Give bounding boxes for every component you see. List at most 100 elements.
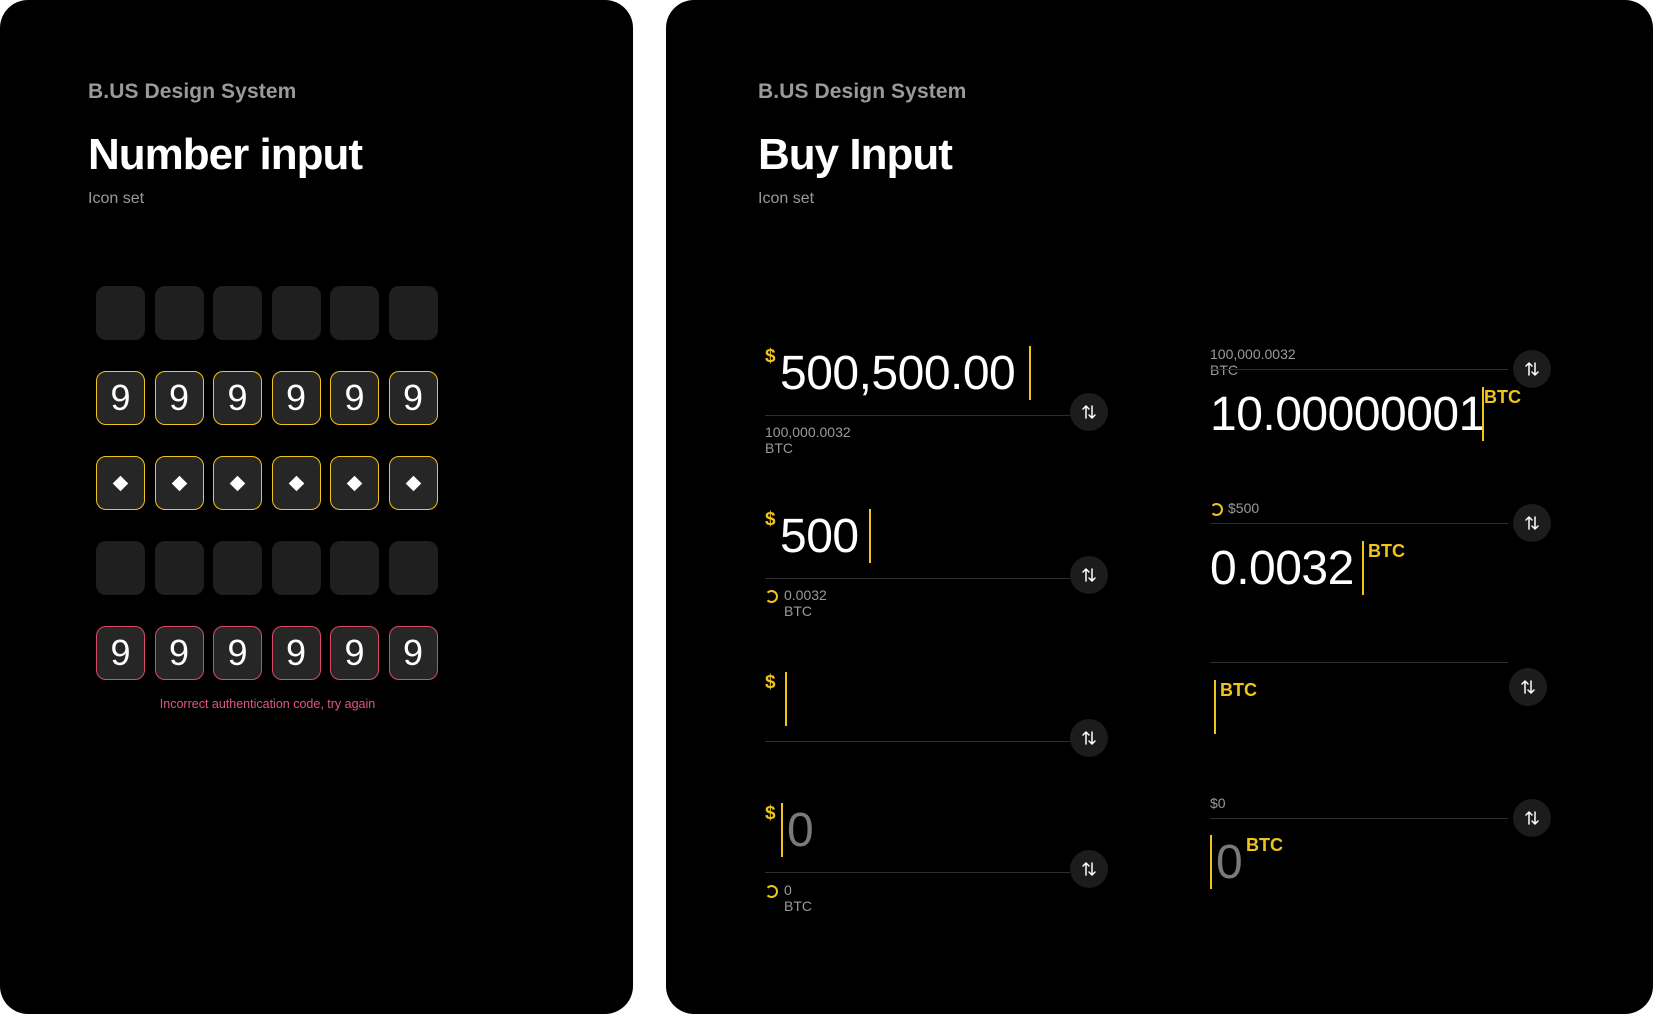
currency-unit: BTC [1484,387,1521,407]
swap-vertical-icon [1082,405,1096,419]
converted-amount: 100,000.0032 BTC [1210,346,1296,378]
swap-vertical-icon [1082,568,1096,582]
masked-digit-icon [288,475,304,491]
converted-amount: 0.0032 BTC [784,587,827,619]
text-caret [1029,346,1031,400]
pin-cell[interactable]: 9 [96,626,145,680]
pin-cell[interactable] [388,456,438,510]
pin-row-filled: 9 9 9 9 9 9 [96,371,438,425]
pin-cell[interactable] [271,456,321,510]
pin-cell[interactable] [271,286,321,340]
input-underline [1210,369,1508,370]
pin-cell[interactable] [330,456,379,510]
pin-cell[interactable] [330,541,379,595]
swap-currency-button[interactable] [1509,668,1547,706]
currency-symbol: $ [765,803,776,824]
text-caret [781,803,783,857]
masked-digit-icon [171,475,187,491]
pin-cell[interactable] [330,286,379,340]
swap-currency-button[interactable] [1070,719,1108,757]
pin-cell[interactable]: 9 [271,371,321,425]
page-subtitle: Icon set [88,190,145,207]
loading-spinner-icon [765,590,778,603]
input-underline [765,741,1070,742]
loading-spinner-icon [1210,503,1223,516]
error-message: Incorrect authentication code, try again [159,697,376,711]
pin-cell[interactable]: 9 [271,626,321,680]
converted-amount: $0 [1210,795,1226,811]
page-title: Buy Input [758,130,953,179]
converted-amount: 100,000.0032 BTC [765,424,851,456]
pin-cell[interactable]: 9 [388,371,438,425]
loading-spinner-icon [765,885,778,898]
pin-cell[interactable] [154,541,204,595]
pin-cell[interactable] [213,456,262,510]
pin-cell[interactable] [154,456,204,510]
masked-digit-icon [229,475,246,491]
brand-label: B.US Design System [758,80,967,103]
pin-row-empty-2 [96,541,438,595]
input-underline [765,578,1070,579]
currency-unit: BTC [1220,680,1257,700]
currency-symbol: $ [765,672,776,693]
swap-currency-button[interactable] [1513,350,1551,388]
input-underline [1210,523,1508,524]
pin-cell[interactable]: 9 [330,626,379,680]
amount-value[interactable]: 500 [780,509,859,564]
swap-currency-button[interactable] [1513,799,1551,837]
pin-cell[interactable] [213,541,262,595]
currency-symbol: $ [765,509,776,530]
input-underline [765,415,1070,416]
currency-unit: BTC [1368,541,1405,561]
page-subtitle: Icon set [758,190,815,207]
pin-cell[interactable] [388,541,438,595]
pin-cell[interactable] [96,541,145,595]
swap-vertical-icon [1525,362,1539,376]
pin-cell[interactable] [388,286,438,340]
amount-value[interactable]: 0.0032 [1210,541,1354,596]
pin-row-masked [96,456,438,510]
converted-amount: $500 [1228,500,1260,516]
number-input-panel: B.US Design System Number input Icon set… [0,0,633,1014]
page-title: Number input [88,130,363,179]
pin-cell[interactable] [271,541,321,595]
swap-currency-button[interactable] [1070,850,1108,888]
pin-cell[interactable]: 9 [388,626,438,680]
pin-cell[interactable]: 9 [213,371,262,425]
buy-input-panel: B.US Design System Buy Input Icon set $ … [666,0,1653,1014]
swap-currency-button[interactable] [1513,504,1551,542]
text-caret [785,672,787,726]
swap-vertical-icon [1082,862,1096,876]
masked-digit-icon [405,475,421,491]
pin-cell[interactable] [213,286,262,340]
pin-cell[interactable]: 9 [96,371,145,425]
pin-row-empty [96,286,438,340]
amount-placeholder[interactable]: 0 [1216,835,1243,890]
text-caret [1210,835,1212,889]
pin-cell[interactable] [96,456,145,510]
pin-cell[interactable]: 9 [154,371,204,425]
swap-vertical-icon [1525,811,1539,825]
amount-value[interactable]: 500,500.00 [780,346,1016,401]
input-underline [1210,662,1508,663]
pin-cell[interactable]: 9 [154,626,204,680]
input-underline [1210,818,1508,819]
pin-cell[interactable]: 9 [330,371,379,425]
pin-row-error: 9 9 9 9 9 9 [96,626,438,680]
text-caret [1362,541,1364,595]
text-caret [1214,680,1216,734]
swap-currency-button[interactable] [1070,556,1108,594]
amount-value[interactable]: 10.00000001 [1210,387,1485,442]
amount-placeholder[interactable]: 0 [787,803,814,858]
masked-digit-icon [112,475,129,491]
text-caret [869,509,871,563]
input-underline [765,872,1070,873]
pin-cell[interactable] [154,286,204,340]
currency-symbol: $ [765,346,776,367]
swap-vertical-icon [1082,731,1096,745]
pin-cell[interactable]: 9 [213,626,262,680]
currency-unit: BTC [1246,835,1283,855]
swap-vertical-icon [1521,680,1535,694]
swap-currency-button[interactable] [1070,393,1108,431]
pin-cell[interactable] [96,286,145,340]
